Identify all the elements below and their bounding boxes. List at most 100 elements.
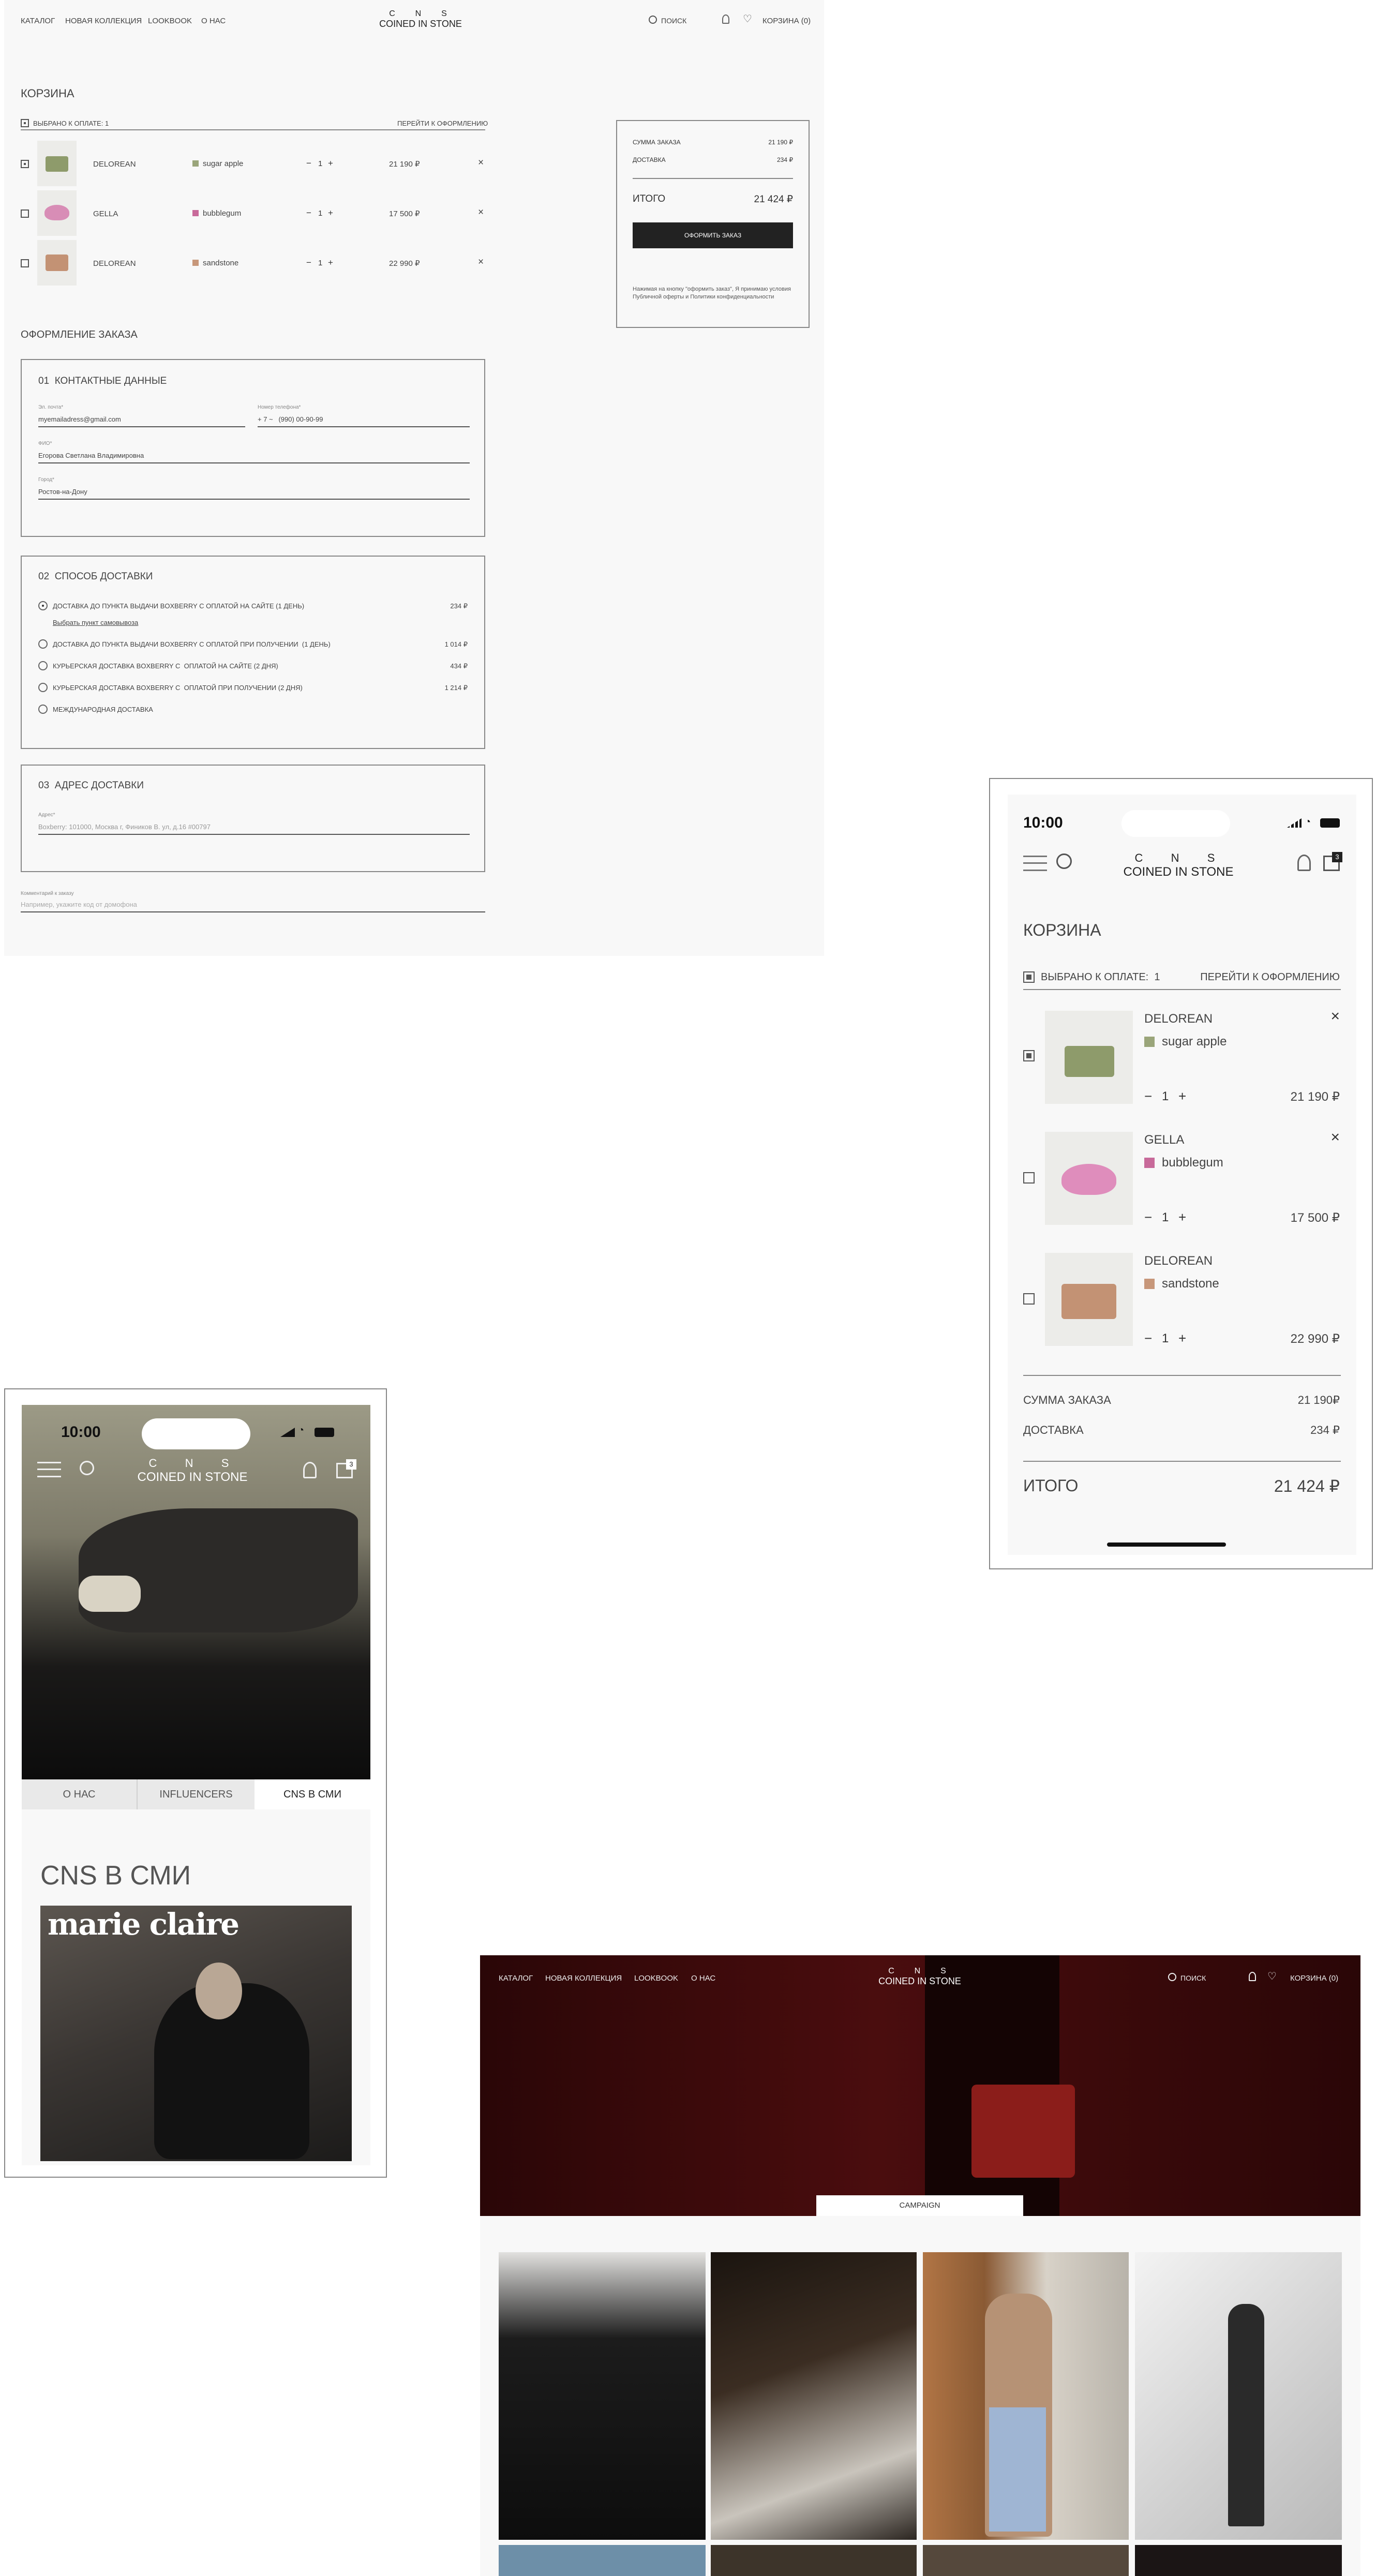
go-checkout-link[interactable]: ПЕРЕЙТИ К ОФОРМЛЕНИЮ [397, 119, 488, 127]
nav-new-collection[interactable]: НОВАЯ КОЛЛЕКЦИЯ [545, 1974, 622, 1983]
delivery-option-label[interactable]: КУРЬЕРСКАЯ ДОСТАВКА BOXBERRY С ОПЛАТОЙ П… [53, 684, 303, 692]
item-checkbox[interactable] [21, 160, 29, 168]
delivery-option-radio[interactable] [38, 705, 48, 714]
gallery-photo[interactable] [499, 2545, 706, 2576]
logo[interactable]: C N S COINED IN STONE [1111, 851, 1246, 879]
tab-about[interactable]: О НАС [22, 1779, 138, 1809]
email-label: Эл. почта* [38, 405, 64, 410]
select-all-checkbox[interactable] [1023, 971, 1035, 983]
fio-field[interactable]: Егорова Светлана Владимировна [38, 451, 470, 463]
remove-item-icon[interactable]: × [478, 207, 484, 218]
search-link[interactable]: ПОИСК [1180, 1974, 1206, 1982]
remove-item-icon[interactable]: × [478, 157, 484, 169]
qty-increase-button[interactable]: + [328, 208, 333, 218]
item-thumbnail[interactable] [1045, 1132, 1133, 1225]
address-field[interactable]: Boxberry: 101000, Москва г, Фиников В. у… [38, 822, 470, 835]
delivery-option-radio[interactable] [38, 683, 48, 692]
item-checkbox[interactable] [1023, 1050, 1035, 1061]
address-title: 03 АДРЕС ДОСТАВКИ [38, 780, 144, 791]
qty-increase-button[interactable]: + [328, 258, 333, 268]
pickup-point-link[interactable]: Выбрать пункт самовывоза [53, 619, 138, 626]
gallery-photo[interactable] [923, 2252, 1129, 2540]
order-summary: СУММА ЗАКАЗА 21 190 ₽ ДОСТАВКА 234 ₽ ИТО… [616, 120, 810, 328]
gallery-photo[interactable] [1135, 2545, 1342, 2576]
email-field[interactable]: myemailadress@gmail.com [38, 415, 245, 427]
cart-icon[interactable]: 3 [336, 1459, 356, 1478]
qty-increase-button[interactable]: + [1178, 1088, 1186, 1104]
delivery-option-radio[interactable] [38, 661, 48, 670]
item-thumbnail[interactable] [37, 190, 77, 236]
phone-field[interactable]: + 7 ~ (990) 00-90-99 [258, 415, 470, 427]
qty-decrease-button[interactable]: − [1144, 1209, 1152, 1225]
search-icon[interactable] [1168, 1973, 1176, 1981]
qty-decrease-button[interactable]: − [306, 258, 311, 268]
qty-value: 1 [318, 159, 323, 168]
nav-lookbook[interactable]: LOOKBOOK [634, 1974, 678, 1983]
account-icon[interactable] [1297, 855, 1311, 871]
heart-icon[interactable]: ♡ [743, 12, 752, 25]
item-thumbnail[interactable] [1045, 1011, 1133, 1104]
qty-decrease-button[interactable]: − [1144, 1088, 1152, 1104]
tab-campaign[interactable]: CAMPAIGN [816, 2195, 1023, 2216]
delivery-option-label[interactable]: КУРЬЕРСКАЯ ДОСТАВКА BOXBERRY С ОПЛАТОЙ Н… [53, 662, 278, 670]
cart-link[interactable]: КОРЗИНА (0) [1290, 1974, 1338, 1983]
qty-decrease-button[interactable]: − [306, 158, 311, 169]
remove-item-icon[interactable]: × [1330, 1008, 1340, 1025]
item-thumbnail[interactable] [37, 141, 77, 186]
city-field[interactable]: Ростов-на-Дону [38, 487, 470, 500]
logo[interactable]: C N S COINED IN STONE [125, 1457, 260, 1485]
qty-increase-button[interactable]: + [328, 158, 333, 169]
comment-field[interactable]: Например, укажите код от домофона [21, 900, 485, 912]
legal-note[interactable]: Нажимая на кнопку "оформить заказ", Я пр… [633, 286, 793, 301]
item-checkbox[interactable] [21, 209, 29, 218]
gallery-photo[interactable] [711, 2545, 917, 2576]
nav-about[interactable]: О НАС [691, 1974, 715, 1983]
item-thumbnail[interactable] [37, 240, 77, 286]
remove-item-icon[interactable]: × [1330, 1129, 1340, 1146]
qty-increase-button[interactable]: + [1178, 1209, 1186, 1225]
item-thumbnail[interactable] [1045, 1253, 1133, 1346]
tab-influencers[interactable]: INFLUENCERS [138, 1779, 255, 1809]
nav-about[interactable]: О НАС [201, 17, 226, 25]
account-icon[interactable] [722, 14, 729, 24]
qty-decrease-button[interactable]: − [306, 208, 311, 218]
nav-catalog[interactable]: КАТАЛОГ [499, 1974, 533, 1983]
heart-icon[interactable]: ♡ [1267, 1970, 1277, 1983]
magazine-cover[interactable]: marie claire [40, 1906, 352, 2161]
account-icon[interactable] [303, 1462, 317, 1478]
cart-link[interactable]: КОРЗИНА (0) [762, 17, 811, 25]
go-checkout-link[interactable]: ПЕРЕЙТИ К ОФОРМЛЕНИЮ [1200, 971, 1340, 983]
nav-lookbook[interactable]: LOOKBOOK [148, 17, 192, 25]
select-all-checkbox[interactable] [21, 119, 29, 127]
item-checkbox[interactable] [1023, 1293, 1035, 1305]
search-icon[interactable] [80, 1461, 94, 1475]
gallery-photo[interactable] [499, 2252, 706, 2540]
delivery-option-radio[interactable] [38, 639, 48, 649]
cart-icon[interactable]: 3 [1323, 852, 1342, 871]
logo[interactable]: C N S COINED IN STONE [868, 1967, 971, 1987]
nav-catalog[interactable]: КАТАЛОГ [21, 17, 55, 25]
account-icon[interactable] [1249, 1972, 1256, 1981]
search-link[interactable]: ПОИСК [661, 17, 686, 25]
delivery-option-label[interactable]: ДОСТАВКА ДО ПУНКТА ВЫДАЧИ BOXBERRY С ОПЛ… [53, 602, 304, 610]
item-checkbox[interactable] [1023, 1172, 1035, 1184]
checkout-button[interactable]: ОФОРМИТЬ ЗАКАЗ [633, 222, 793, 248]
search-icon[interactable] [1056, 853, 1072, 869]
search-icon[interactable] [649, 16, 657, 24]
delivery-option-label[interactable]: ДОСТАВКА ДО ПУНКТА ВЫДАЧИ BOXBERRY С ОПЛ… [53, 640, 331, 648]
gallery-photo[interactable] [923, 2545, 1129, 2576]
delivery-option-label[interactable]: МЕЖДУНАРОДНАЯ ДОСТАВКА [53, 706, 153, 713]
remove-item-icon[interactable]: × [478, 257, 484, 268]
qty-increase-button[interactable]: + [1178, 1330, 1186, 1346]
item-checkbox[interactable] [21, 259, 29, 267]
nav-new-collection[interactable]: НОВАЯ КОЛЛЕКЦИЯ [65, 17, 142, 25]
delivery-section: 02 СПОСОБ ДОСТАВКИ ДОСТАВКА ДО ПУНКТА ВЫ… [21, 556, 485, 749]
delivery-option-radio[interactable] [38, 601, 48, 610]
gallery-photo[interactable] [1135, 2252, 1342, 2540]
menu-icon[interactable] [37, 1462, 61, 1477]
menu-icon[interactable] [1023, 856, 1047, 871]
gallery-photo[interactable] [711, 2252, 917, 2540]
logo[interactable]: C N S COINED IN STONE [369, 9, 472, 29]
tab-cns-media[interactable]: CNS В СМИ [255, 1779, 370, 1809]
qty-decrease-button[interactable]: − [1144, 1330, 1152, 1346]
